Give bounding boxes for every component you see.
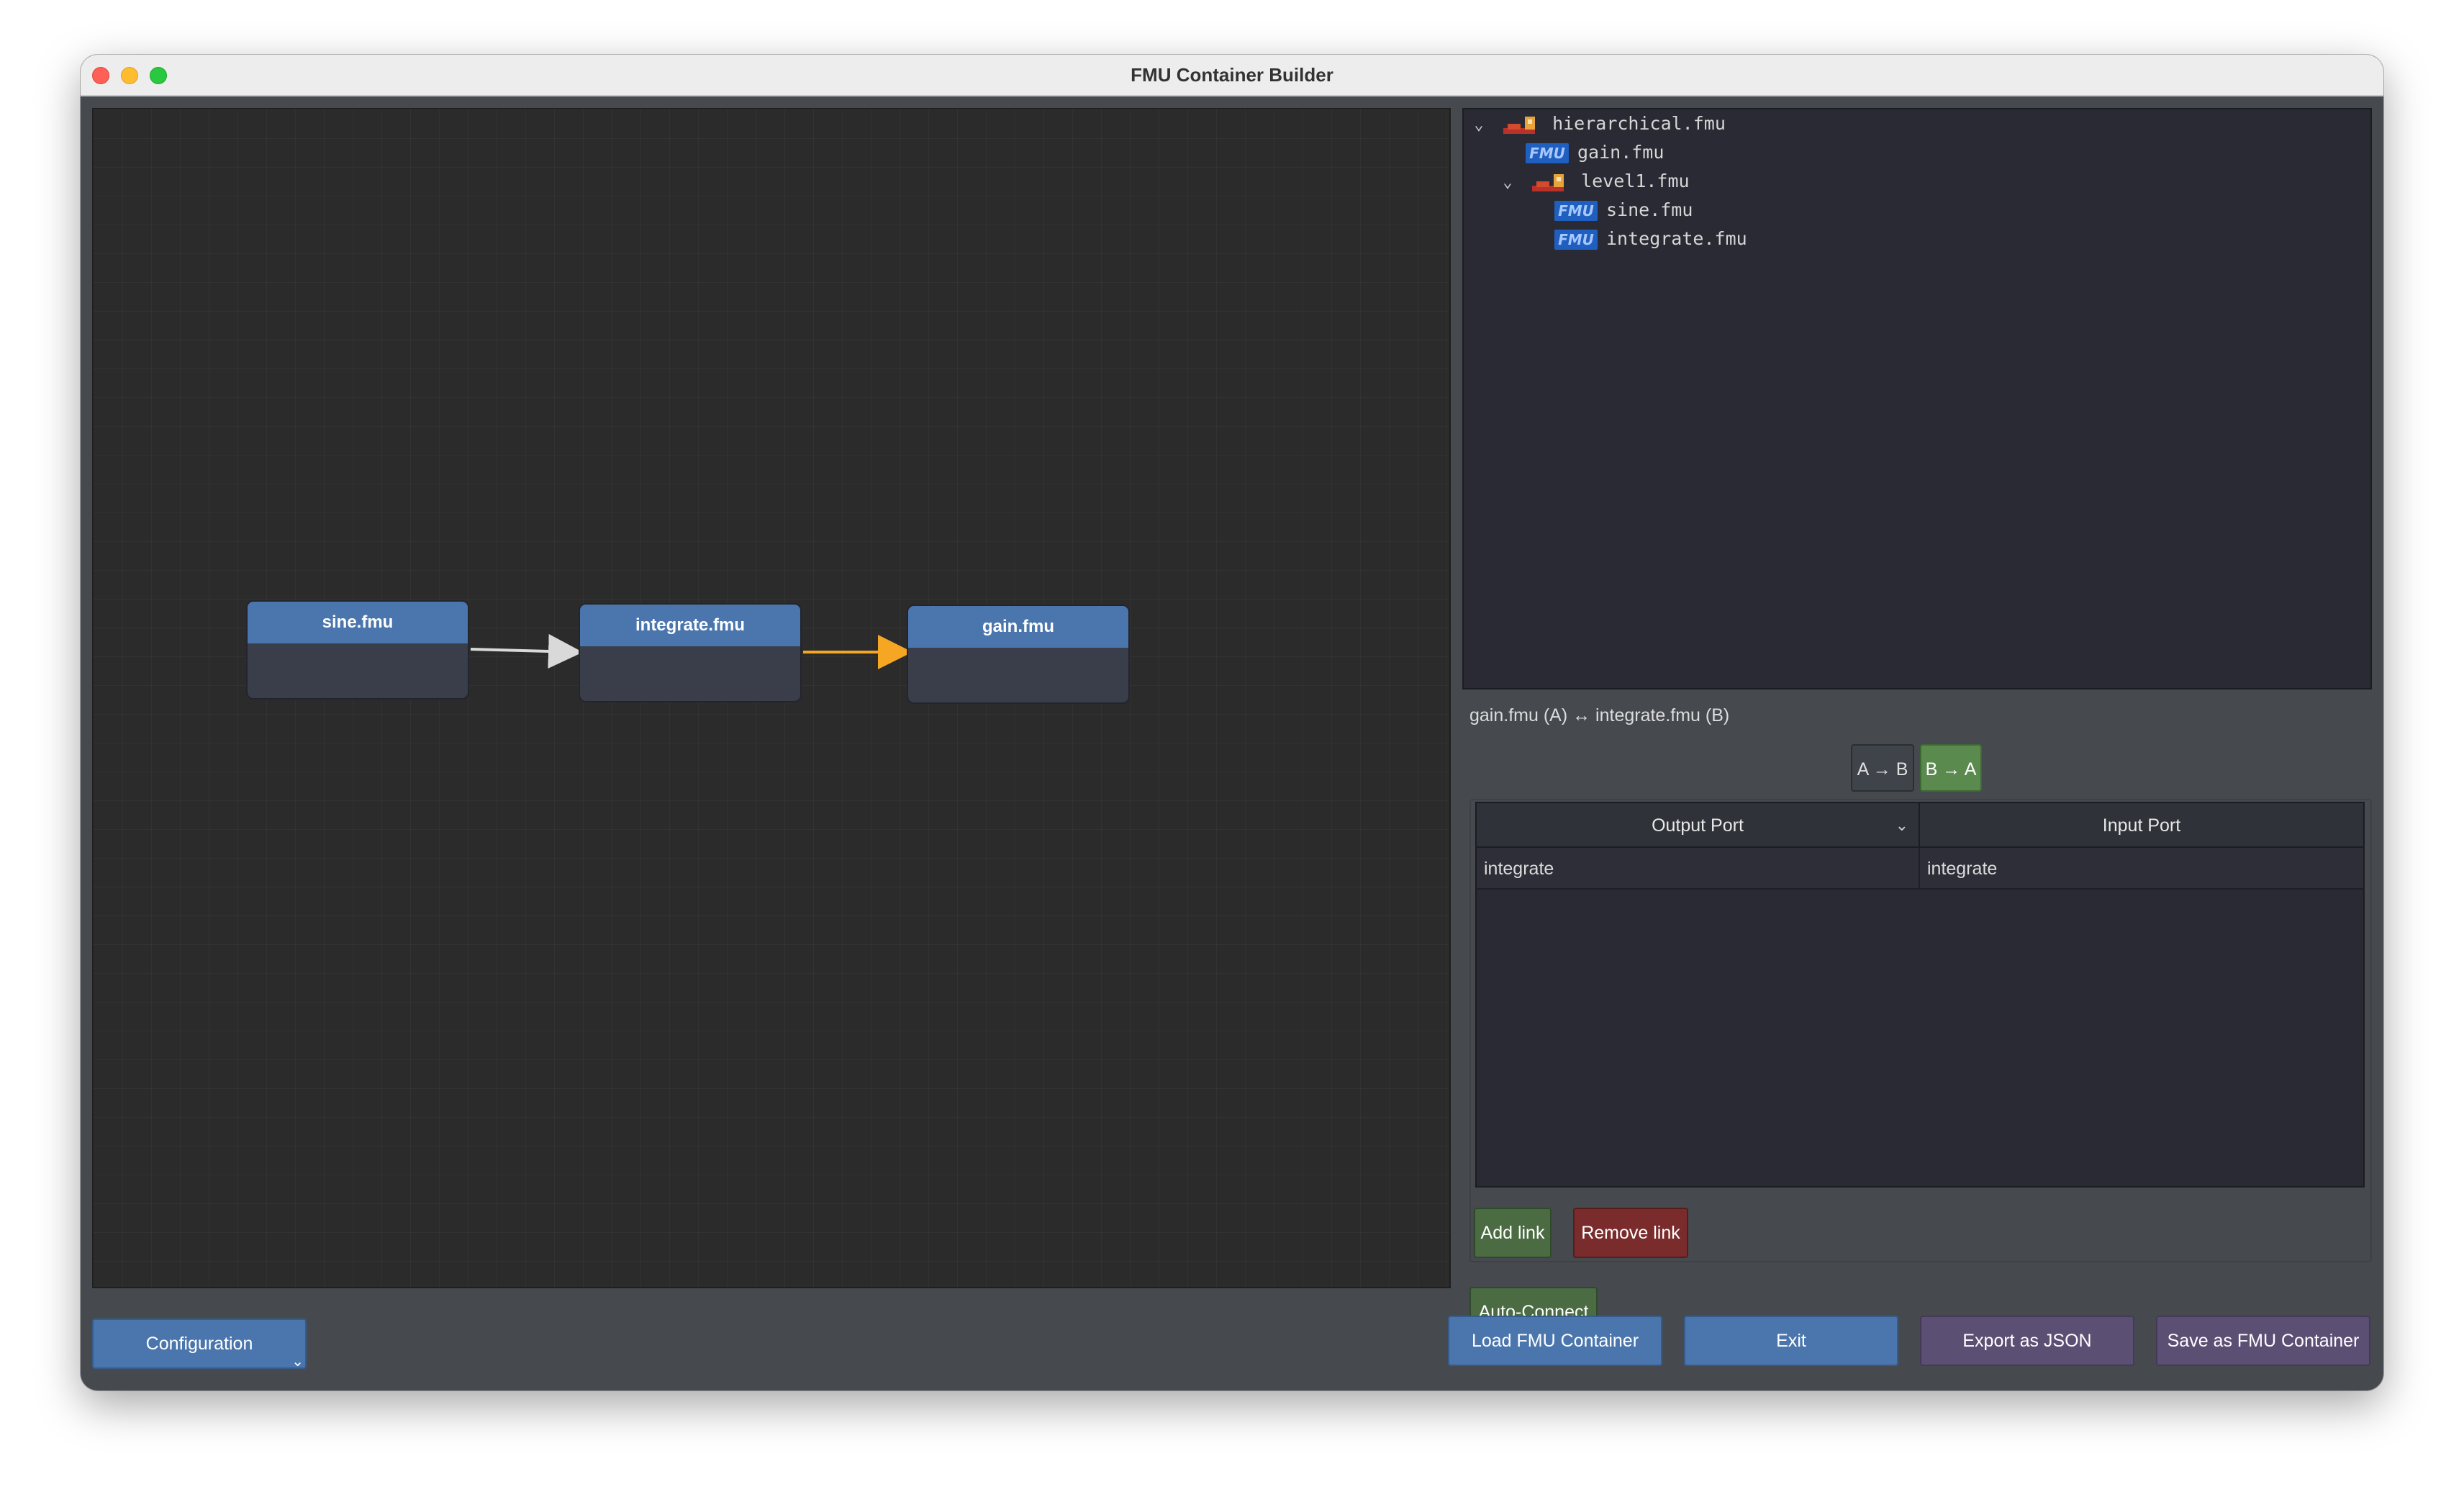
tree-item-hierarchical[interactable]: ⌄ hierarchical.fmu xyxy=(1468,109,1726,138)
chevron-down-icon[interactable]: ⌄ xyxy=(1497,168,1518,197)
tree-item-label: sine.fmu xyxy=(1606,199,1693,220)
table-cell-output[interactable]: integrate xyxy=(1477,848,1920,890)
export-json-button[interactable]: Export as JSON xyxy=(1920,1316,2134,1366)
remove-link-button[interactable]: Remove link xyxy=(1573,1208,1688,1258)
fmu-icon: FMU xyxy=(1526,143,1569,163)
tree-item-level1[interactable]: ⌄ level1.fmu xyxy=(1497,167,1690,196)
tree-item-label: integrate.fmu xyxy=(1606,228,1747,249)
app-window: FMU Container Builder sine.fmu integrate… xyxy=(81,55,2383,1390)
column-header-input[interactable]: Input Port xyxy=(1920,803,2363,848)
node-integrate[interactable]: integrate.fmu xyxy=(579,603,802,702)
links-table[interactable]: Output Port ⌄ Input Port integrate integ… xyxy=(1475,802,2365,1188)
container-icon xyxy=(1529,170,1572,194)
node-title: sine.fmu xyxy=(248,602,468,643)
chevron-down-icon: ⌄ xyxy=(291,1354,304,1370)
save-fmu-container-button[interactable]: Save as FMU Container xyxy=(2156,1316,2370,1366)
node-gain[interactable]: gain.fmu xyxy=(907,605,1130,704)
tree-item-sine[interactable]: FMU sine.fmu xyxy=(1554,196,1693,225)
direction-b-to-a-button[interactable]: B → A xyxy=(1920,744,1982,792)
column-header-label: Output Port xyxy=(1652,815,1744,836)
fmu-icon: FMU xyxy=(1554,201,1598,221)
tree-item-label: gain.fmu xyxy=(1577,142,1664,163)
container-icon xyxy=(1500,112,1544,137)
node-sine[interactable]: sine.fmu xyxy=(246,600,469,700)
tree-item-integrate[interactable]: FMU integrate.fmu xyxy=(1554,225,1747,253)
window-title: FMU Container Builder xyxy=(1131,64,1333,86)
exit-button[interactable]: Exit xyxy=(1684,1316,1898,1366)
node-title: integrate.fmu xyxy=(580,605,800,646)
configuration-button[interactable]: Configuration ⌄ xyxy=(92,1319,307,1369)
link-sine-integrate[interactable] xyxy=(470,633,583,669)
tree-item-label: hierarchical.fmu xyxy=(1552,113,1726,134)
fmu-icon: FMU xyxy=(1554,230,1598,250)
column-header-output[interactable]: Output Port ⌄ xyxy=(1477,803,1920,848)
sort-chevron-icon: ⌄ xyxy=(1895,816,1908,834)
load-fmu-container-button[interactable]: Load FMU Container xyxy=(1448,1316,1662,1366)
table-cell-input[interactable]: integrate xyxy=(1920,848,2363,890)
add-link-button[interactable]: Add link xyxy=(1474,1208,1552,1258)
tree-item-gain[interactable]: FMU gain.fmu xyxy=(1526,138,1664,167)
configuration-label: Configuration xyxy=(145,1334,253,1354)
link-pair-label: gain.fmu (A) ↔ integrate.fmu (B) xyxy=(1469,705,1730,725)
fmu-tree[interactable]: ⌄ hierarchical.fmu FMU gain.fmu ⌄ level1… xyxy=(1462,108,2372,689)
direction-a-to-b-button[interactable]: A → B xyxy=(1851,744,1914,792)
chevron-down-icon[interactable]: ⌄ xyxy=(1468,111,1490,140)
title-bar: FMU Container Builder xyxy=(81,55,2383,96)
node-title: gain.fmu xyxy=(908,606,1128,648)
tree-item-label: level1.fmu xyxy=(1581,171,1690,191)
graph-canvas[interactable]: sine.fmu integrate.fmu gain.fmu xyxy=(92,108,1451,1288)
